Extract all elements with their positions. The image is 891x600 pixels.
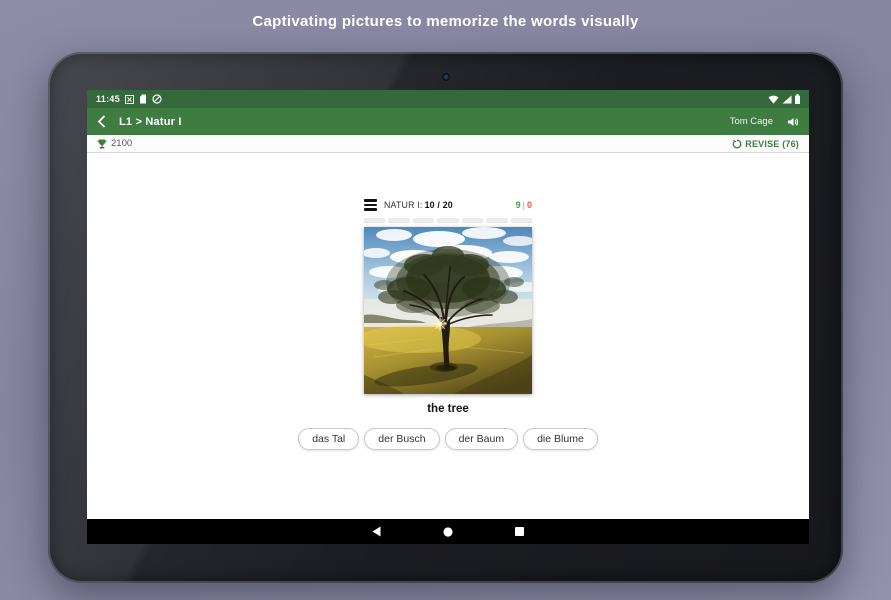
- battery-icon: [795, 94, 800, 104]
- quiz-header: NATUR I: 10 / 20 9 | 0: [364, 198, 532, 212]
- score-divider: |: [522, 200, 525, 210]
- sim-card-icon: [139, 94, 147, 104]
- question-word: the tree: [427, 403, 469, 415]
- question-image: [364, 227, 532, 394]
- speaker-icon[interactable]: [787, 116, 799, 128]
- answer-button[interactable]: die Blume: [523, 428, 598, 450]
- wifi-icon: [768, 95, 779, 104]
- answer-row: das Tal der Busch der Baum die Blume: [298, 428, 598, 450]
- tablet-screen: 11:45 L1 > Natur I Tom Cage 2100 REVISE …: [87, 90, 809, 544]
- camera-icon: [439, 71, 452, 83]
- progress-segment: [437, 218, 459, 222]
- nav-recents-icon[interactable]: [515, 527, 524, 536]
- app-bar: L1 > Natur I Tom Cage: [87, 108, 809, 135]
- progress-segment: [412, 218, 435, 222]
- progress-segments: [364, 218, 532, 222]
- revise-label: REVISE (76): [745, 138, 799, 149]
- android-nav-bar: [87, 519, 809, 544]
- nav-back-icon[interactable]: [372, 526, 381, 537]
- answer-button[interactable]: der Baum: [444, 428, 519, 450]
- cell-signal-icon: [782, 95, 792, 104]
- back-icon[interactable]: [97, 115, 106, 128]
- progress-segment: [388, 218, 410, 222]
- data-saver-icon: [152, 94, 162, 104]
- score: 9 | 0: [516, 200, 532, 210]
- trophy-icon: [97, 139, 107, 149]
- status-bar: 11:45: [87, 90, 809, 108]
- progress-segment: [486, 218, 508, 222]
- status-time: 11:45: [96, 94, 121, 104]
- progress-segment: [461, 218, 484, 222]
- page-caption: Captivating pictures to memorize the wor…: [252, 13, 639, 30]
- app-notification-icon: [125, 94, 135, 104]
- score-wrong: 0: [526, 200, 532, 210]
- nav-home-icon[interactable]: [443, 526, 453, 537]
- answer-button[interactable]: das Tal: [298, 428, 360, 450]
- tablet-device: 11:45 L1 > Natur I Tom Cage 2100 REVISE …: [48, 52, 843, 583]
- user-name: Tom Cage: [729, 116, 773, 127]
- quiz-title: NATUR I: 10 / 20: [384, 200, 453, 210]
- quiz-content: NATUR I: 10 / 20 9 | 0 the tree das Tal …: [87, 153, 809, 519]
- breadcrumb: L1 > Natur I: [119, 115, 182, 128]
- sync-icon: [732, 139, 742, 149]
- revise-button[interactable]: REVISE (76): [732, 139, 799, 149]
- points-bar: 2100 REVISE (76): [87, 135, 809, 153]
- menu-icon[interactable]: [364, 199, 377, 211]
- progress-segment: [364, 218, 386, 222]
- lesson-label: NATUR I:: [384, 200, 423, 210]
- lesson-progress: 10 / 20: [424, 200, 453, 210]
- score-correct: 9: [515, 200, 521, 210]
- points-value: 2100: [111, 138, 133, 149]
- progress-segment: [510, 218, 532, 222]
- answer-button[interactable]: der Busch: [364, 428, 440, 450]
